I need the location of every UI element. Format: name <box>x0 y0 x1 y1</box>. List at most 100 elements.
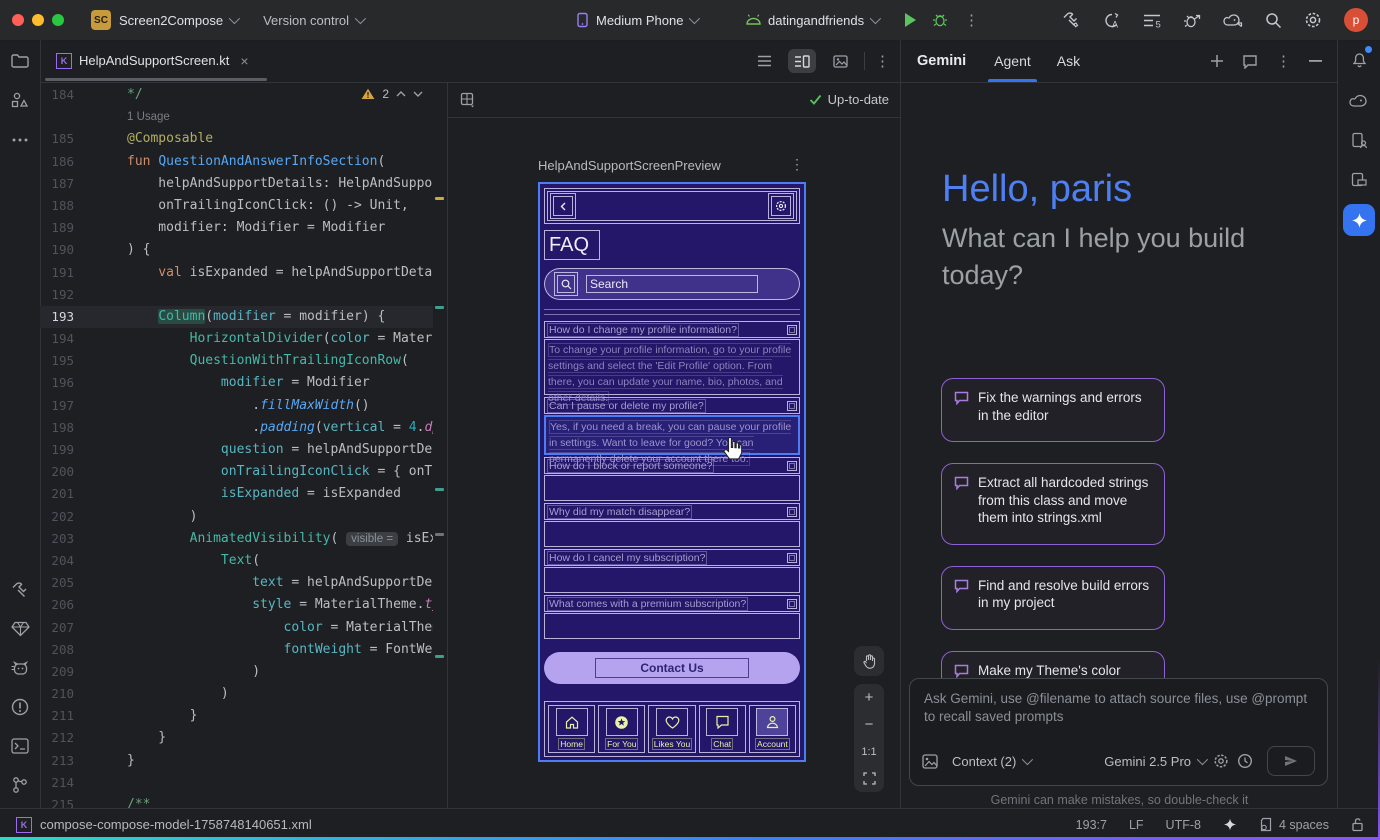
code-line[interactable]: 204 Text( <box>40 550 433 572</box>
build-icon[interactable] <box>1062 11 1080 29</box>
wire-contact-button[interactable]: Contact Us <box>544 652 800 684</box>
logcat-tool-button[interactable] <box>8 656 32 680</box>
profiler-icon[interactable] <box>1183 12 1201 29</box>
device-selector[interactable]: Medium Phone <box>575 12 697 28</box>
code-line[interactable]: 185@Composable <box>40 128 433 150</box>
tab-helpandsupportscreen[interactable]: K HelpAndSupportScreen.kt × <box>46 40 259 81</box>
project-selector[interactable]: Screen2Compose <box>119 13 237 28</box>
code-line[interactable]: 202 ) <box>40 506 433 528</box>
send-button[interactable] <box>1267 746 1315 776</box>
next-issue-icon[interactable] <box>413 91 423 97</box>
chat-history-icon[interactable] <box>1242 54 1258 69</box>
run-button[interactable] <box>905 13 916 27</box>
wire-faq-question[interactable]: What comes with a premium subscription? <box>544 595 800 612</box>
wire-expand-icon[interactable] <box>787 553 797 563</box>
code-line[interactable]: 211 } <box>40 705 433 727</box>
wire-expand-icon[interactable] <box>787 507 797 517</box>
wire-back-button[interactable] <box>550 193 576 219</box>
prompt-settings-icon[interactable] <box>1213 753 1229 769</box>
search-icon[interactable] <box>1265 12 1282 29</box>
wire-faq-answer[interactable]: Yes, if you need a break, you can pause … <box>544 415 800 455</box>
code-line[interactable]: 189 modifier: Modifier = Modifier <box>40 217 433 239</box>
model-selector[interactable]: Gemini 2.5 Pro <box>1104 754 1205 769</box>
more-run-options-icon[interactable]: ⋮ <box>964 13 979 28</box>
design-view-button[interactable] <box>826 49 854 73</box>
prompt-input[interactable]: Ask Gemini, use @filename to attach sour… <box>909 678 1328 786</box>
wire-faq-answer[interactable]: To change your profile information, go t… <box>544 339 800 395</box>
preview-name-label[interactable]: HelpAndSupportScreenPreview <box>538 158 721 173</box>
context-selector[interactable]: Context (2) <box>952 754 1030 769</box>
suggestion-card[interactable]: Find and resolve build errors in my proj… <box>941 566 1165 630</box>
user-avatar[interactable]: p <box>1344 8 1368 32</box>
vcs-selector[interactable]: Version control <box>263 13 363 28</box>
change-mark[interactable] <box>435 306 444 309</box>
tab-agent[interactable]: Agent <box>994 40 1031 82</box>
change-mark[interactable] <box>435 655 444 658</box>
code-with-me-icon[interactable]: A <box>1102 12 1121 29</box>
wire-nav-item-chat[interactable]: Chat <box>699 705 746 753</box>
wire-faq-question[interactable]: How do I block or report someone? <box>544 457 800 474</box>
line-ending[interactable]: LF <box>1129 818 1144 832</box>
build-tool-button[interactable] <box>8 578 32 602</box>
project-tool-button[interactable] <box>8 48 32 72</box>
code-line[interactable]: 200 onTrailingIconClick = { onTrai <box>40 461 433 483</box>
gemini-options-icon[interactable]: ⋮ <box>1276 54 1291 69</box>
indent-setting[interactable]: 4 spaces <box>1259 817 1329 832</box>
code-line[interactable]: 186fun QuestionAndAnswerInfoSection( <box>40 151 433 173</box>
wire-settings-button[interactable] <box>768 193 794 219</box>
attach-image-icon[interactable] <box>922 754 938 769</box>
wire-faq-question[interactable]: How do I cancel my subscription? <box>544 549 800 566</box>
code-line[interactable]: 208 fontWeight = FontWeigh <box>40 639 433 661</box>
debug-button[interactable] <box>932 12 948 28</box>
notifications-button[interactable] <box>1347 48 1371 72</box>
phone-preview-frame[interactable]: FAQ Search How do I change my profile in… <box>538 182 806 762</box>
zoom-reset-button[interactable]: 1:1 <box>854 738 884 765</box>
zoom-to-fit-button[interactable] <box>854 765 884 792</box>
code-line[interactable]: 213} <box>40 750 433 772</box>
code-line[interactable]: 207 color = MaterialTheme. <box>40 617 433 639</box>
suggestion-card[interactable]: Extract all hardcoded strings from this … <box>941 463 1165 545</box>
code-line[interactable]: 199 question = helpAndSupportDetai <box>40 439 433 461</box>
code-line[interactable]: 205 text = helpAndSupportDetai <box>40 572 433 594</box>
code-line[interactable]: 195 QuestionWithTrailingIconRow( <box>40 350 433 372</box>
new-chat-icon[interactable] <box>1210 54 1224 68</box>
wire-search-bar[interactable]: Search <box>544 268 800 300</box>
code-line[interactable]: 209 ) <box>40 661 433 683</box>
code-line[interactable]: 197 .fillMaxWidth() <box>40 395 433 417</box>
more-tool-windows-button[interactable] <box>8 128 32 152</box>
history-icon[interactable] <box>1237 753 1253 769</box>
code-editor[interactable]: 184*/1 Usage185@Composable186fun Questio… <box>40 82 433 808</box>
warning-mark[interactable] <box>435 197 444 200</box>
code-line[interactable]: 214 <box>40 772 433 794</box>
code-line[interactable]: 190) { <box>40 239 433 261</box>
minimize-panel-icon[interactable] <box>1309 60 1322 62</box>
suggestion-card[interactable]: Fix the warnings and errors in the edito… <box>941 378 1165 442</box>
code-line[interactable]: 191 val isExpanded = helpAndSupportDetai… <box>40 262 433 284</box>
caret-position[interactable]: 193:7 <box>1076 818 1107 832</box>
change-mark[interactable] <box>435 488 444 491</box>
tab-scrollbar[interactable] <box>45 78 267 81</box>
close-tab-icon[interactable]: × <box>240 53 248 69</box>
code-line[interactable]: 203 AnimatedVisibility( visible = isExpa… <box>40 528 433 550</box>
problems-tool-button[interactable] <box>8 695 32 719</box>
editor-scrollbar[interactable] <box>433 82 447 808</box>
preview-options-icon[interactable]: ⋮ <box>790 156 804 173</box>
wire-expand-icon[interactable] <box>787 401 797 411</box>
status-file[interactable]: K compose-compose-model-1758748140651.xm… <box>16 817 312 833</box>
wire-faq-question[interactable]: Why did my match disappear? <box>544 503 800 520</box>
tab-ask[interactable]: Ask <box>1057 40 1080 82</box>
wire-expand-icon[interactable] <box>787 599 797 609</box>
code-line[interactable]: 188 onTrailingIconClick: () -> Unit, <box>40 195 433 217</box>
editor-options-icon[interactable]: ⋮ <box>875 54 890 69</box>
file-encoding[interactable]: UTF-8 <box>1166 818 1201 832</box>
version-control-tool-button[interactable] <box>8 773 32 797</box>
gemini-tool-button[interactable] <box>1343 204 1375 236</box>
wire-expand-icon[interactable] <box>787 325 797 335</box>
code-line[interactable]: 215/** <box>40 794 433 808</box>
preview-canvas[interactable]: HelpAndSupportScreenPreview ⋮ FAQ Search… <box>448 118 901 807</box>
layout-inspector-tool-button[interactable] <box>1347 168 1371 192</box>
zoom-out-button[interactable]: − <box>854 711 884 738</box>
todo-list-icon[interactable]: 5 <box>1143 13 1161 28</box>
prev-issue-icon[interactable] <box>396 91 406 97</box>
code-line[interactable]: 194 HorizontalDivider(color = Material <box>40 328 433 350</box>
